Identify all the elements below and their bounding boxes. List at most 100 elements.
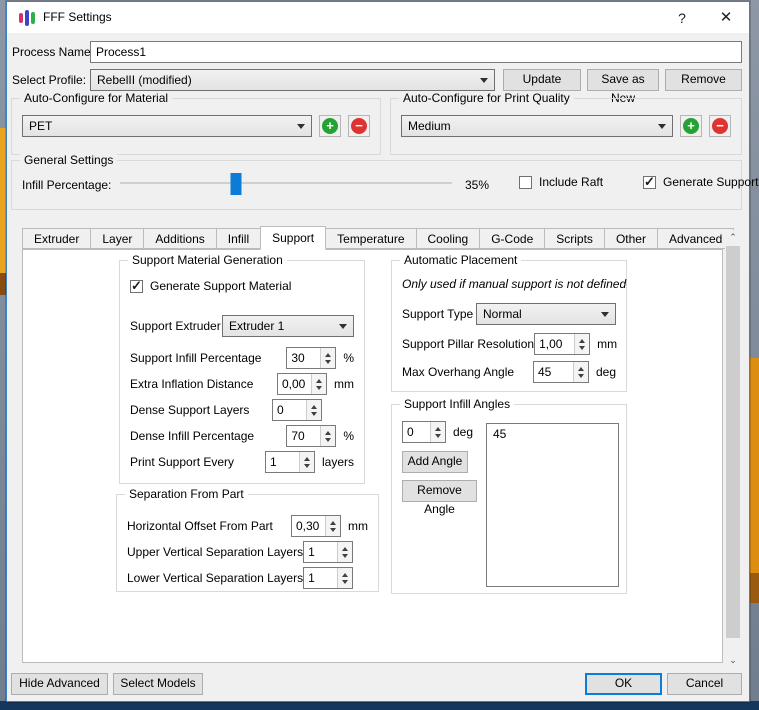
spinner-arrows[interactable]	[325, 516, 340, 536]
dense-support-layers-label: Dense Support Layers	[130, 403, 249, 417]
add-quality-button[interactable]: +	[680, 115, 702, 137]
tab-advanced[interactable]: Advanced	[657, 228, 734, 249]
window-title: FFF Settings	[43, 10, 112, 24]
spinner-arrows[interactable]	[574, 334, 589, 354]
tab-temperature[interactable]: Temperature	[325, 228, 416, 249]
support-pillar-resolution-spinner[interactable]: 1,00	[534, 333, 590, 355]
remove-quality-button[interactable]: −	[709, 115, 731, 137]
profile-select[interactable]: RebelII (modified)	[90, 69, 495, 91]
settings-scrollbar[interactable]: ⌃ ⌄	[725, 230, 741, 668]
unit-label: mm	[348, 519, 368, 533]
tab-infill[interactable]: Infill	[216, 228, 261, 249]
chevron-down-icon	[297, 124, 305, 129]
horizontal-offset-label: Horizontal Offset From Part	[127, 519, 273, 533]
support-material-generation-title: Support Material Generation	[128, 253, 287, 267]
scrollbar-thumb[interactable]	[726, 246, 740, 638]
checkbox-box[interactable]	[643, 176, 656, 189]
auto-configure-material-title: Auto-Configure for Material	[20, 91, 172, 105]
cancel-button[interactable]: Cancel	[667, 673, 742, 695]
quality-select[interactable]: Medium	[401, 115, 673, 137]
dense-support-layers-spinner[interactable]: 0	[272, 399, 322, 421]
add-angle-button[interactable]: Add Angle	[402, 451, 468, 473]
spinner-arrows[interactable]	[337, 542, 352, 562]
tab-scripts[interactable]: Scripts	[544, 228, 605, 249]
slider-track[interactable]	[120, 182, 452, 184]
support-type-label: Support Type	[402, 307, 473, 321]
spinner-arrows[interactable]	[306, 400, 321, 420]
generate-support-material-label: Generate Support Material	[150, 279, 291, 293]
spinner-arrows[interactable]	[573, 362, 588, 382]
remove-angle-button[interactable]: Remove Angle	[402, 480, 477, 502]
chevron-down-icon	[480, 78, 488, 83]
support-type-select[interactable]: Normal	[476, 303, 616, 325]
support-infill-percentage-label: Support Infill Percentage	[130, 351, 261, 365]
unit-label: layers	[322, 455, 354, 469]
checkbox-box[interactable]	[130, 280, 143, 293]
unit-label: mm	[597, 337, 617, 351]
lower-vertical-separation-label: Lower Vertical Separation Layers	[127, 571, 303, 585]
spinner-arrows[interactable]	[320, 426, 335, 446]
spinner-arrows[interactable]	[320, 348, 335, 368]
app-logo-icon	[18, 10, 35, 26]
plus-icon: +	[683, 118, 699, 134]
print-support-every-spinner[interactable]: 1	[265, 451, 315, 473]
lower-vertical-separation-spinner[interactable]: 1	[303, 567, 353, 589]
support-type-value: Normal	[483, 307, 522, 321]
tab-gcode[interactable]: G-Code	[479, 228, 545, 249]
tab-layer[interactable]: Layer	[90, 228, 144, 249]
remove-profile-button[interactable]: Remove	[665, 69, 742, 91]
unit-label: mm	[334, 377, 354, 391]
process-name-input[interactable]: Process1	[90, 41, 742, 63]
infill-percentage-slider[interactable]	[120, 173, 452, 195]
tab-additions[interactable]: Additions	[143, 228, 216, 249]
infill-angles-listbox[interactable]: 45	[486, 423, 619, 587]
infill-angle-spinner[interactable]: 0	[402, 421, 446, 443]
remove-material-button[interactable]: −	[348, 115, 370, 137]
fff-settings-dialog: FFF Settings ? ✕ Process Name: Process1 …	[6, 1, 750, 702]
tab-support[interactable]: Support	[260, 226, 326, 250]
title-bar[interactable]: FFF Settings ? ✕	[7, 2, 749, 33]
extra-inflation-distance-label: Extra Inflation Distance	[130, 377, 253, 391]
upper-vertical-separation-spinner[interactable]: 1	[303, 541, 353, 563]
support-extruder-select[interactable]: Extruder 1	[222, 315, 354, 337]
upper-vertical-separation-label: Upper Vertical Separation Layers	[127, 545, 303, 559]
material-select[interactable]: PET	[22, 115, 312, 137]
update-profile-button[interactable]: Update Profile	[503, 69, 581, 91]
add-material-button[interactable]: +	[319, 115, 341, 137]
general-settings-group: General Settings Infill Percentage: 35% …	[11, 160, 742, 210]
select-models-button[interactable]: Select Models	[113, 673, 203, 695]
spinner-arrows[interactable]	[337, 568, 352, 588]
checkbox-box[interactable]	[519, 176, 532, 189]
dense-infill-percentage-spinner[interactable]: 70	[286, 425, 336, 447]
tab-extruder[interactable]: Extruder	[22, 228, 91, 249]
scroll-down-arrow-icon[interactable]: ⌄	[725, 653, 741, 668]
automatic-placement-title: Automatic Placement	[400, 253, 521, 267]
slider-thumb[interactable]	[231, 173, 242, 195]
generate-support-checkbox[interactable]: Generate Support	[643, 175, 758, 189]
minus-icon: −	[712, 118, 728, 134]
spinner-arrows[interactable]	[430, 422, 445, 442]
save-as-new-button[interactable]: Save as New	[587, 69, 659, 91]
support-extruder-value: Extruder 1	[229, 319, 284, 333]
tab-cooling[interactable]: Cooling	[416, 228, 481, 249]
spinner-arrows[interactable]	[311, 374, 326, 394]
auto-configure-quality-title: Auto-Configure for Print Quality	[399, 91, 574, 105]
support-infill-percentage-spinner[interactable]: 30	[286, 347, 336, 369]
include-raft-checkbox[interactable]: Include Raft	[519, 175, 603, 189]
generate-support-material-checkbox[interactable]: Generate Support Material	[130, 279, 354, 293]
help-button[interactable]: ?	[671, 8, 693, 28]
extra-inflation-distance-spinner[interactable]: 0,00	[277, 373, 327, 395]
material-selected-value: PET	[29, 119, 52, 133]
angle-list-item[interactable]: 45	[493, 427, 612, 441]
hide-advanced-button[interactable]: Hide Advanced	[11, 673, 108, 695]
horizontal-offset-spinner[interactable]: 0,30	[291, 515, 341, 537]
close-button[interactable]: ✕	[715, 8, 737, 28]
spinner-arrows[interactable]	[299, 452, 314, 472]
unit-label: %	[343, 429, 354, 443]
scroll-up-arrow-icon[interactable]: ⌃	[725, 230, 741, 245]
ok-button[interactable]: OK	[585, 673, 662, 695]
separation-from-part-title: Separation From Part	[125, 487, 248, 501]
tab-other[interactable]: Other	[604, 228, 658, 249]
max-overhang-angle-spinner[interactable]: 45	[533, 361, 589, 383]
infill-percentage-label: Infill Percentage:	[22, 178, 111, 192]
